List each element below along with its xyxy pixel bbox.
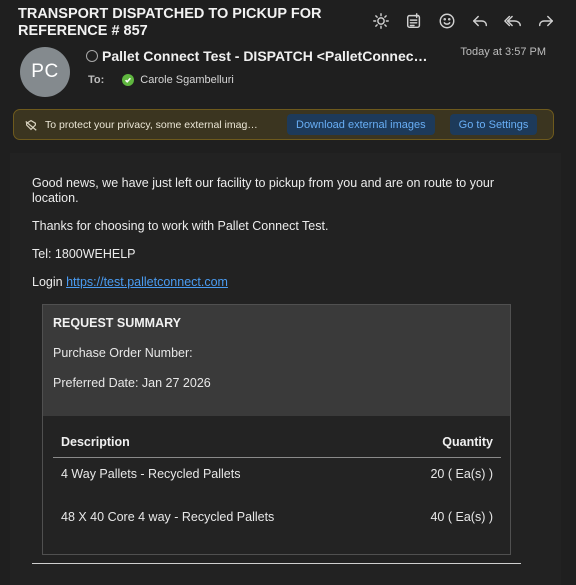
received-date: Today at 3:57 PM	[460, 46, 546, 58]
purchase-order-line: Purchase Order Number:	[53, 346, 193, 360]
item-description: 48 X 40 Core 4 way - Recycled Pallets	[61, 510, 275, 524]
recipient-name[interactable]: Carole Sgambelluri	[140, 74, 234, 86]
login-link[interactable]: https://test.palletconnect.com	[66, 275, 228, 289]
forward-icon[interactable]	[529, 10, 562, 32]
items-table: Description Quantity 4 Way Pallets - Rec…	[42, 416, 511, 555]
reply-all-icon[interactable]	[496, 10, 529, 32]
summary-title: REQUEST SUMMARY	[53, 316, 182, 330]
login-label: Login	[32, 275, 67, 289]
description-header: Description	[61, 435, 130, 449]
note-icon[interactable]	[397, 10, 430, 32]
table-row: 4 Way Pallets - Recycled Pallets 20 ( Ea…	[53, 467, 501, 487]
avatar: PC	[20, 47, 70, 97]
quantity-header: Quantity	[442, 435, 493, 449]
to-label: To:	[88, 74, 105, 86]
table-header: Description Quantity	[53, 416, 501, 458]
download-images-button[interactable]: Download external images	[287, 114, 435, 135]
item-description: 4 Way Pallets - Recycled Pallets	[61, 467, 241, 481]
reply-icon[interactable]	[463, 10, 496, 32]
sender-name[interactable]: Pallet Connect Test - DISPATCH <PalletCo…	[102, 48, 428, 64]
emoji-icon[interactable]	[430, 10, 463, 32]
message-toolbar	[364, 10, 562, 32]
body-phone: Tel: 1800WEHELP	[32, 247, 136, 261]
recipient-row: To: Carole Sgambelluri	[88, 74, 234, 86]
privacy-shield-icon	[22, 116, 40, 134]
body-paragraph-good-news: Good news, we have just left our facilit…	[32, 176, 495, 205]
unread-indicator-icon[interactable]	[86, 50, 98, 62]
preferred-date-line: Preferred Date: Jan 27 2026	[53, 376, 211, 390]
body-paragraph-thanks: Thanks for choosing to work with Pallet …	[32, 219, 329, 233]
privacy-message: To protect your privacy, some external i…	[45, 118, 258, 131]
divider	[32, 563, 521, 564]
email-subject: TRANSPORT DISPATCHED TO PICKUP FOR REFER…	[18, 6, 322, 39]
verified-check-icon	[122, 74, 135, 86]
request-summary-box: REQUEST SUMMARY Purchase Order Number: P…	[42, 304, 511, 417]
table-row: 48 X 40 Core 4 way - Recycled Pallets 40…	[53, 510, 501, 530]
body-login-line: Login https://test.palletconnect.com	[32, 275, 228, 290]
item-quantity: 40 ( Ea(s) )	[430, 510, 493, 524]
sender-row: Pallet Connect Test - DISPATCH <PalletCo…	[86, 48, 428, 64]
item-quantity: 20 ( Ea(s) )	[430, 467, 493, 481]
brightness-icon[interactable]	[364, 10, 397, 32]
go-to-settings-button[interactable]: Go to Settings	[449, 114, 538, 135]
privacy-banner: To protect your privacy, some external i…	[13, 109, 554, 140]
